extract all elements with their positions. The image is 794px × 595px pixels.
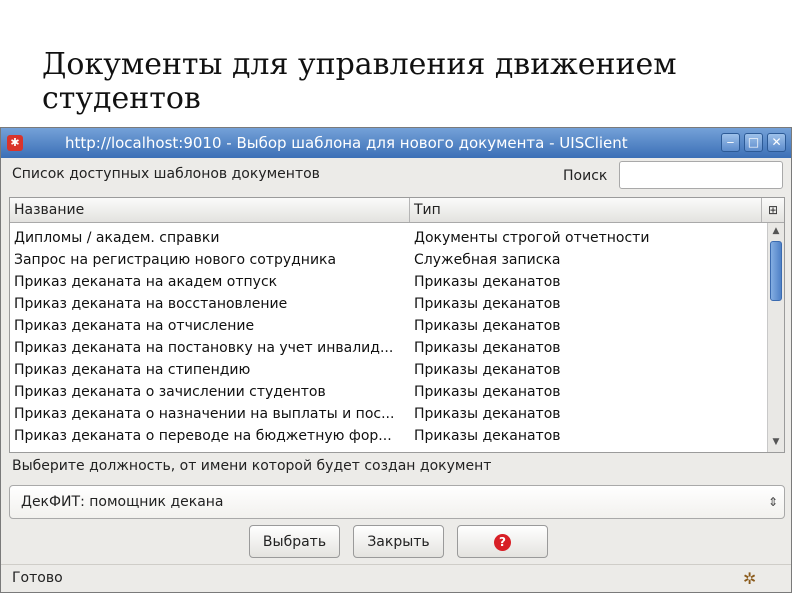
scrollbar-thumb[interactable] (770, 241, 782, 301)
table-row[interactable]: Приказ деканата на академ отпуск Приказы… (10, 271, 766, 293)
table-row[interactable]: Приказ деканата на отчисление Приказы де… (10, 315, 766, 337)
table-row[interactable]: Приказ деканата на восстановление Приказ… (10, 293, 766, 315)
help-icon: ? (494, 533, 511, 551)
help-button[interactable]: ? (457, 525, 548, 558)
table-row[interactable]: Запрос на регистрацию нового сотрудника … (10, 249, 766, 271)
column-settings-icon[interactable]: ⊞ (762, 198, 784, 222)
row-name: Приказ деканата о назначении на выплаты … (14, 406, 395, 422)
status-text: Готово (12, 570, 63, 586)
column-header-type[interactable]: Тип (410, 198, 762, 222)
app-icon: ✱ (7, 135, 23, 151)
row-name: Приказ деканата на стипендию (14, 362, 251, 378)
scroll-down-icon[interactable]: ▼ (768, 434, 784, 450)
row-type: Приказы деканатов (414, 296, 561, 312)
templates-label: Список доступных шаблонов документов (12, 166, 320, 182)
row-name: Приказ деканата на восстановление (14, 296, 288, 312)
status-bar: Готово ✲ (1, 564, 791, 593)
slide-title: Документы для управления движением студе… (42, 47, 677, 116)
row-type: Приказы деканатов (414, 384, 561, 400)
title-bar[interactable]: ✱ http://localhost:9010 - Выбор шаблона … (1, 128, 791, 158)
template-dialog: ✱ http://localhost:9010 - Выбор шаблона … (0, 127, 792, 593)
minimize-button[interactable]: ‒ (721, 133, 740, 152)
position-select[interactable]: ДекФИТ: помощник декана ⇕ (9, 485, 785, 519)
table-row[interactable]: Приказ деканата о зачислении студентов П… (10, 381, 766, 403)
table-header: Название Тип ⊞ (10, 198, 784, 223)
row-name: Приказ деканата о переводе на бюджетную … (14, 428, 392, 444)
table-row[interactable]: Приказ деканата о назначении на выплаты … (10, 403, 766, 425)
row-type: Приказы деканатов (414, 428, 561, 444)
scroll-up-icon[interactable]: ▲ (768, 223, 784, 239)
select-button[interactable]: Выбрать (249, 525, 340, 558)
table-row[interactable]: Дипломы / академ. справки Документы стро… (10, 227, 766, 249)
table-row[interactable]: Приказ деканата на постановку на учет ин… (10, 337, 766, 359)
row-type: Документы строгой отчетности (414, 230, 650, 246)
row-type: Приказы деканатов (414, 362, 561, 378)
maximize-button[interactable]: □ (744, 133, 763, 152)
row-type: Служебная записка (414, 252, 561, 268)
row-type: Приказы деканатов (414, 406, 561, 422)
bug-icon[interactable]: ✲ (743, 569, 756, 588)
table-row[interactable]: Приказ деканата о переводе на бюджетную … (10, 425, 766, 447)
close-window-button[interactable]: ✕ (767, 133, 786, 152)
position-select-value: ДекФИТ: помощник декана (21, 494, 224, 510)
templates-table: Название Тип ⊞ Дипломы / академ. справки… (9, 197, 785, 453)
row-name: Запрос на регистрацию нового сотрудника (14, 252, 337, 268)
row-name: Приказ деканата на постановку на учет ин… (14, 340, 394, 356)
row-name: Приказ деканата о зачислении студентов (14, 384, 326, 400)
row-name: Приказ деканата на отчисление (14, 318, 255, 334)
row-type: Приказы деканатов (414, 274, 561, 290)
row-name: Приказ деканата на академ отпуск (14, 274, 278, 290)
column-header-name[interactable]: Название (10, 198, 410, 222)
search-label: Поиск (563, 168, 608, 184)
select-arrows-icon: ⇕ (767, 495, 778, 509)
search-input[interactable] (619, 161, 783, 189)
table-rows: Дипломы / академ. справки Документы стро… (10, 227, 766, 447)
row-type: Приказы деканатов (414, 340, 561, 356)
window-title: http://localhost:9010 - Выбор шаблона дл… (65, 134, 628, 152)
row-type: Приказы деканатов (414, 318, 561, 334)
table-row[interactable]: Приказ деканата на стипендию Приказы дек… (10, 359, 766, 381)
row-name: Дипломы / академ. справки (14, 230, 220, 246)
close-button[interactable]: Закрыть (353, 525, 444, 558)
table-scrollbar[interactable]: ▲ ▼ (767, 223, 784, 452)
position-label: Выберите должность, от имени которой буд… (12, 458, 492, 474)
